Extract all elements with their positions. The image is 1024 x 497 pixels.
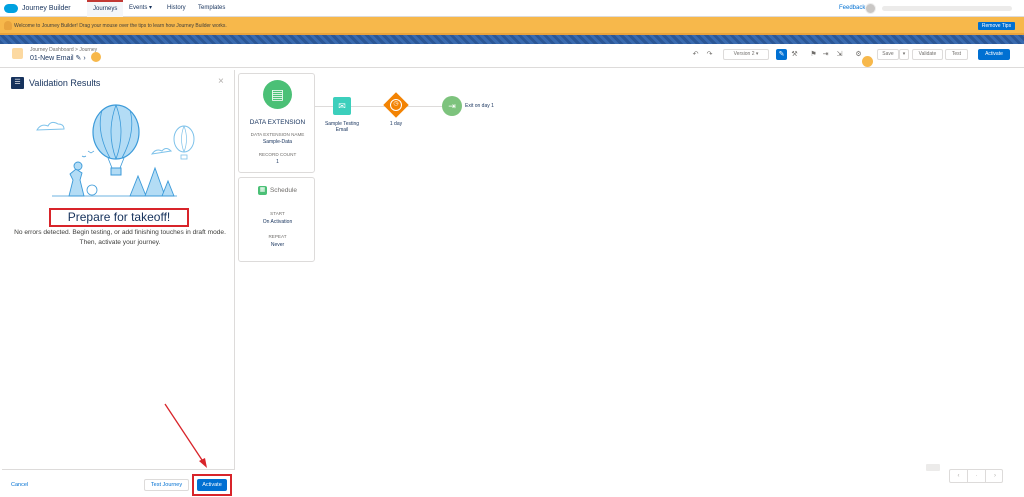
calendar-icon: ▦: [257, 186, 267, 195]
app-name: Journey Builder: [22, 5, 71, 12]
exit-criteria-icon[interactable]: ⇥: [820, 49, 831, 60]
edit-pencil-icon[interactable]: ✎: [776, 49, 787, 60]
tip-lightbulb-icon[interactable]: [91, 52, 101, 62]
exit-node-label: Exit on day 1: [465, 103, 494, 109]
journey-canvas[interactable]: ▤ DATA EXTENSION DATA EXTENSION NAME Sam…: [236, 69, 1024, 497]
clock-icon: ◷: [390, 99, 402, 111]
email-node-label: Sample Testing Email: [316, 121, 368, 133]
activate-button-top[interactable]: Activate: [978, 49, 1010, 60]
journey-name-text: 01-New Email: [30, 55, 74, 62]
de-count-label: RECORD COUNT: [258, 152, 297, 157]
journey-icon: [12, 48, 23, 59]
tab-templates[interactable]: Templates: [198, 0, 225, 17]
exit-node[interactable]: ⇥: [442, 96, 462, 116]
tips-text-body: Drag your mouse over the tips to learn h…: [77, 23, 227, 29]
tips-text: Welcome to Journey Builder! Drag your mo…: [14, 17, 227, 35]
tab-events[interactable]: Events ▾: [129, 0, 152, 17]
checklist-icon: ☰: [11, 77, 24, 89]
repeat-label: REPEAT: [268, 234, 287, 239]
activate-button[interactable]: Activate: [197, 479, 227, 491]
data-extension-icon: ▤: [263, 80, 292, 109]
redo-icon[interactable]: ↷: [704, 49, 715, 60]
top-navigation: Journey Builder Journeys Events ▾ Histor…: [0, 0, 1024, 17]
de-name-value: Sample-Data: [262, 139, 293, 145]
tip-lightbulb-icon-2[interactable]: [862, 56, 873, 67]
chevron-right-icon[interactable]: ›: [83, 55, 85, 62]
validate-button[interactable]: Validate: [912, 49, 943, 60]
envelope-icon: ✉: [338, 101, 346, 111]
salesforce-cloud-icon: [4, 4, 18, 13]
zoom-out-icon[interactable]: ‹: [950, 470, 968, 482]
export-icon[interactable]: ⇲: [834, 49, 845, 60]
user-info-redacted: [882, 6, 1012, 11]
validation-panel: ☰ Validation Results × Prepare for takeo…: [2, 70, 235, 497]
brand[interactable]: Journey Builder: [4, 2, 71, 15]
breadcrumb[interactable]: Journey Dashboard > Journey: [30, 47, 97, 53]
takeoff-heading: Prepare for takeoff!: [67, 210, 171, 224]
save-button[interactable]: Save: [877, 49, 899, 60]
journey-name: 01-New Email ✎ ›: [30, 54, 86, 62]
wait-node-label: 1 day: [389, 121, 403, 127]
panel-footer: Cancel Test Journey Activate: [2, 469, 235, 497]
schedule-title: Schedule: [269, 187, 298, 195]
zoom-controls: ‹ · ›: [949, 469, 1003, 483]
takeoff-highlight: Prepare for takeoff!: [49, 208, 189, 227]
pencil-icon[interactable]: ✎: [76, 55, 82, 62]
tips-bar: Welcome to Journey Builder! Drag your mo…: [0, 17, 1024, 35]
balloon-illustration: [36, 104, 195, 197]
journey-header: Journey Dashboard > Journey 01-New Email…: [0, 44, 1024, 68]
version-select[interactable]: Version 2 ▾: [723, 49, 769, 60]
zoom-in-icon[interactable]: ›: [986, 470, 1004, 482]
wrench-icon[interactable]: ⚒: [789, 49, 800, 60]
schedule-card[interactable]: ▦ Schedule START On Activation REPEAT Nev…: [238, 177, 315, 262]
repeat-value: Never: [270, 242, 285, 248]
tab-journeys[interactable]: Journeys: [87, 0, 124, 17]
cancel-button[interactable]: Cancel: [11, 482, 28, 488]
data-extension-title: DATA EXTENSION: [249, 119, 306, 126]
de-name-label: DATA EXTENSION NAME: [250, 132, 305, 137]
test-journey-button[interactable]: Test Journey: [144, 479, 189, 491]
schedule-header: ▦ Schedule: [239, 186, 316, 195]
avatar[interactable]: [865, 3, 876, 14]
remove-tips-button[interactable]: Remove Tips: [978, 22, 1015, 30]
data-extension-card[interactable]: ▤ DATA EXTENSION DATA EXTENSION NAME Sam…: [238, 73, 315, 173]
exit-door-icon: ⇥: [448, 101, 456, 111]
header-pattern: [0, 35, 1024, 44]
tab-history[interactable]: History: [167, 0, 186, 17]
start-label: START: [270, 211, 285, 216]
start-value: On Activation: [262, 219, 293, 225]
panel-title: Validation Results: [29, 78, 101, 88]
email-node-label-line2: Email: [335, 127, 349, 133]
undo-icon[interactable]: ↶: [690, 49, 701, 60]
validation-message: No errors detected. Begin testing, or ad…: [14, 229, 226, 246]
activate-highlight: Activate: [192, 474, 232, 496]
close-icon[interactable]: ×: [218, 76, 224, 88]
lightbulb-icon: [4, 21, 12, 30]
zoom-indicator: [926, 464, 940, 471]
feedback-link[interactable]: Feedback: [839, 0, 865, 17]
zoom-fit-icon[interactable]: ·: [968, 470, 986, 482]
de-count-value: 1: [276, 159, 279, 165]
save-dropdown-icon[interactable]: ▾: [899, 49, 909, 60]
goal-icon[interactable]: ⚑: [808, 49, 819, 60]
tips-text-bold: Welcome to Journey Builder!: [14, 23, 78, 29]
test-button[interactable]: Test: [945, 49, 968, 60]
email-activity-node[interactable]: ✉: [333, 97, 351, 115]
